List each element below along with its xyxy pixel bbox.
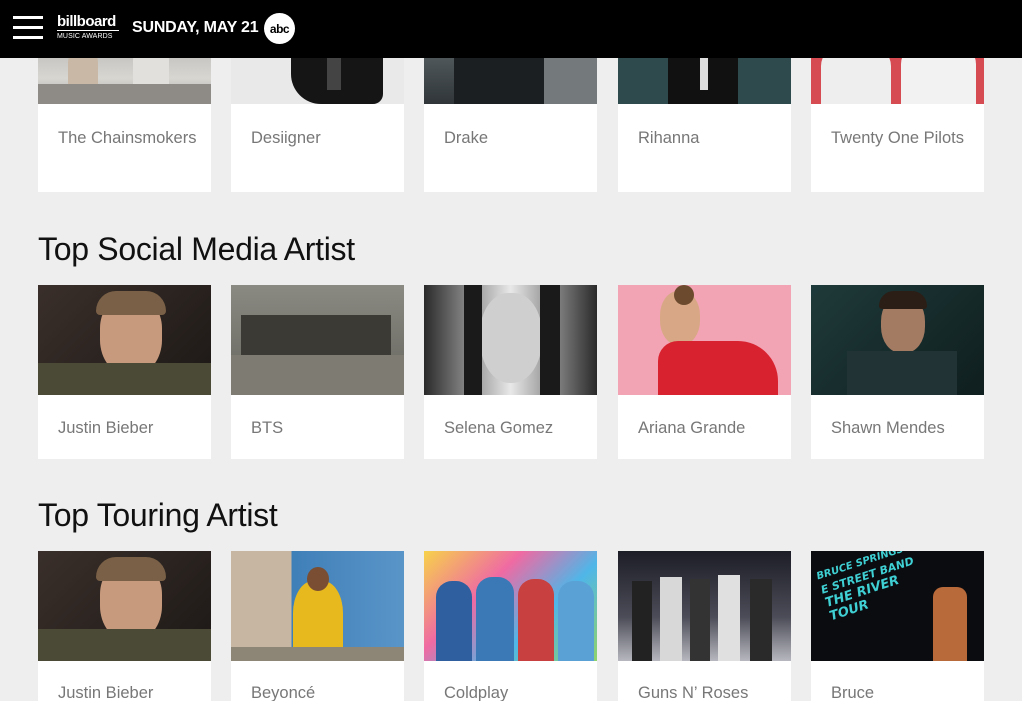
- logo-wordmark: billboard: [57, 13, 116, 30]
- artist-photo: [811, 285, 984, 395]
- artist-card[interactable]: BRUCE SPRINGSTEEN E STREET BAND THE RIVE…: [811, 551, 984, 701]
- artist-name: Beyoncé: [251, 684, 316, 701]
- artist-photo: [231, 551, 404, 661]
- artist-card[interactable]: Justin Bieber: [38, 551, 211, 701]
- artist-photo: [618, 551, 791, 661]
- artist-name: Justin Bieber: [58, 684, 154, 701]
- artist-name: Shawn Mendes: [831, 419, 945, 437]
- artist-name: Selena Gomez: [444, 419, 554, 437]
- artist-photo: [231, 285, 404, 395]
- artist-photo: [618, 285, 791, 395]
- broadcast-date: SUNDAY, MAY 21: [132, 19, 259, 36]
- artist-card[interactable]: Shawn Mendes: [811, 285, 984, 459]
- tour-poster: BRUCE SPRINGSTEEN E STREET BAND THE RIVE…: [811, 551, 984, 661]
- artist-photo: [424, 285, 597, 395]
- section-title: Top Social Media Artist: [38, 231, 355, 267]
- artist-photo: [38, 285, 211, 395]
- artist-name: BTS: [251, 419, 284, 437]
- top-nav-bar: billboard MUSIC AWARDS SUNDAY, MAY 21 ab…: [0, 0, 1022, 58]
- artist-name: Guns N’ Roses: [638, 684, 749, 701]
- artist-name: Desiigner: [251, 129, 321, 147]
- artist-card[interactable]: The Chainsmokers: [38, 40, 211, 192]
- artist-card[interactable]: Ariana Grande: [618, 285, 791, 459]
- artist-photo: [38, 551, 211, 661]
- artist-name: Coldplay: [444, 684, 509, 701]
- artist-card[interactable]: Guns N’ Roses: [618, 551, 791, 701]
- artist-name: The Chainsmokers: [58, 129, 197, 147]
- artist-card[interactable]: Coldplay: [424, 551, 597, 701]
- artist-card[interactable]: Justin Bieber: [38, 285, 211, 459]
- artist-card[interactable]: Selena Gomez: [424, 285, 597, 459]
- artist-card[interactable]: Rihanna: [618, 40, 791, 192]
- artist-name: Ariana Grande: [638, 419, 746, 437]
- artist-name: Twenty One Pilots: [831, 129, 964, 147]
- artist-card[interactable]: BTS: [231, 285, 404, 459]
- artist-card[interactable]: Desiigner: [231, 40, 404, 192]
- artist-photo: [424, 551, 597, 661]
- artist-card[interactable]: Drake: [424, 40, 597, 192]
- abc-logo: abc: [264, 13, 295, 44]
- artist-name: Drake: [444, 129, 489, 147]
- poster-text: BRUCE SPRINGSTEEN E STREET BAND THE RIVE…: [815, 551, 946, 624]
- billboard-music-awards-logo[interactable]: billboard MUSIC AWARDS: [57, 14, 119, 41]
- menu-icon[interactable]: [13, 16, 43, 40]
- artist-card[interactable]: Beyoncé: [231, 551, 404, 701]
- artist-name: Justin Bieber: [58, 419, 154, 437]
- artist-name: Rihanna: [638, 129, 700, 147]
- artist-name: Bruce: [831, 684, 875, 701]
- logo-subtitle: MUSIC AWARDS: [57, 30, 119, 41]
- section-title: Top Touring Artist: [38, 497, 278, 533]
- artist-card[interactable]: Twenty One Pilots: [811, 40, 984, 192]
